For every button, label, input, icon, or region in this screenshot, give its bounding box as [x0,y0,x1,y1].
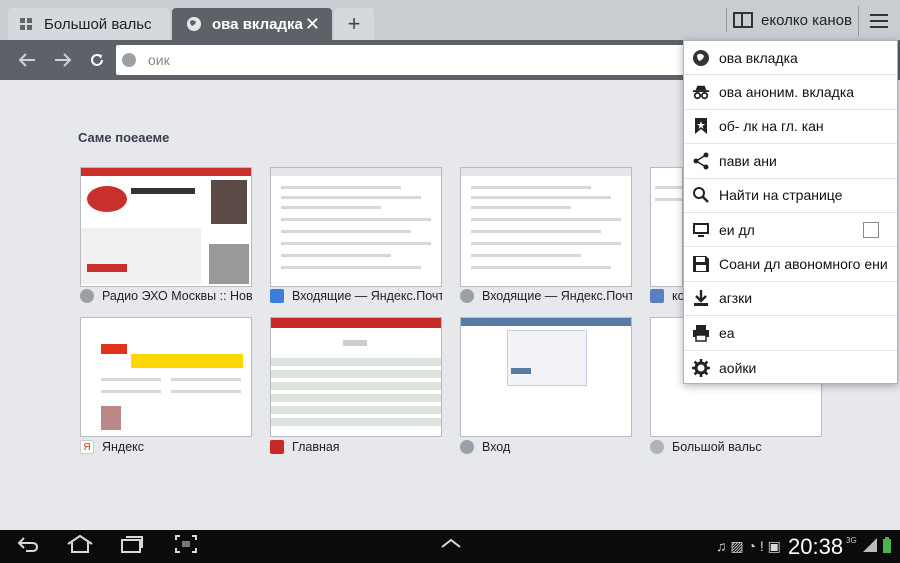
thumbnail-title: ко [650,289,683,303]
menu-item-desktop-version[interactable]: еи дл [684,213,897,248]
menu-item-print[interactable]: еа [684,316,897,351]
thumbnail-title: Радио ЭХО Москвы :: Нов... [80,289,252,303]
tab-strip: Большой вальс ова вкладка ✕ + еколко кан… [0,0,900,40]
bookmarks-button[interactable]: еколко канов [726,8,852,32]
menu-item-settings[interactable]: аойки [684,351,897,385]
back-button[interactable] [14,48,40,72]
tab-favicon [18,16,34,32]
bag-icon: ▣ [767,538,781,554]
globe-icon [186,16,202,32]
menu-item-downloads[interactable]: агзки [684,282,897,317]
alert-icon: ! [759,538,764,554]
monitor-icon [692,221,710,239]
thumbnail-title: Большой вальс [650,440,822,454]
chevron-up-icon[interactable] [440,534,462,557]
network-type: 3G [846,536,857,545]
yandex-favicon-icon: Я [80,440,94,454]
forward-arrow-icon [55,53,72,67]
forward-button[interactable] [50,48,76,72]
incognito-icon [692,83,710,101]
thumbnail-title: Входящие — Яндекс.Почта [270,289,442,303]
menu-item-share[interactable]: пави ани [684,144,897,179]
thumbnail-title: Главная [270,440,442,454]
menu-item-incognito-tab[interactable]: ова аноним. вкладка [684,75,897,110]
thumbnail-glavnaya[interactable] [270,317,442,437]
download-icon [692,289,710,307]
system-nav-bar: ♫ ▨ ◔ ! ▣ 20:38 3G [0,530,900,563]
thumbnail-yandex[interactable] [80,317,252,437]
menu-item-new-tab[interactable]: ова вкладка [684,41,897,76]
globe-favicon-icon [460,440,474,454]
home-nav-icon[interactable] [66,534,94,560]
share-icon [692,152,710,170]
bookmarks-label: еколко канов [761,11,852,29]
thumbnail-title: Я Яндекс [80,440,252,454]
status-icons: ♫ ▨ ◔ ! ▣ [716,538,781,555]
tab-new-tab[interactable]: ова вкладка ✕ [172,8,332,40]
red-favicon-icon [270,440,284,454]
tab-label: ова вкладка [212,15,303,33]
address-bar[interactable]: оик [116,45,736,75]
overflow-menu-button[interactable] [858,6,898,36]
menu-icon [869,14,888,28]
save-icon [692,255,710,273]
music-icon: ♫ [716,538,727,554]
globe-plus-icon [692,49,710,67]
thumbnail-title: Входящие — Яндекс.Почта [460,289,632,303]
globe-favicon-icon [460,289,474,303]
bookmarks-icon [733,12,753,28]
thumbnail-yandex-mail-2[interactable] [460,167,632,287]
menu-item-find-in-page[interactable]: Найти на странице [684,179,897,213]
back-nav-icon[interactable] [16,534,40,560]
thumbnail-partial[interactable] [650,167,683,287]
new-tab-button[interactable]: + [334,8,374,40]
back-arrow-icon [18,53,35,67]
battery-icon [882,536,892,560]
thumbnail-title: Вход [460,440,632,454]
reload-button[interactable] [84,48,110,72]
page-info-icon [122,53,136,67]
most-visited-title: Саме поеаеме [78,130,170,145]
desktop-version-checkbox[interactable] [863,221,879,238]
wifi-icon: ◔ [747,538,756,554]
globe-favicon-icon [80,289,94,303]
status-clock: 20:38 [788,534,844,559]
image-icon: ▨ [730,538,744,554]
mail-favicon-icon [270,289,284,303]
menu-item-save-offline[interactable]: Соани дл авономного ени [684,247,897,282]
thumbnail-vhod[interactable] [460,317,632,437]
screenshot-icon[interactable] [174,534,198,560]
thumbnail-yandex-mail-1[interactable] [270,167,442,287]
close-tab-icon[interactable]: ✕ [305,14,320,35]
print-icon [692,324,710,342]
grid-favicon-icon [650,440,664,454]
tab-label: Большой вальс [44,15,152,33]
tab-bolshoy-vals[interactable]: Большой вальс [8,8,170,40]
thumbnail-echo-moscow[interactable] [80,167,252,287]
address-placeholder: оик [148,52,170,68]
search-icon [692,186,710,204]
recent-apps-icon[interactable] [120,534,144,560]
overflow-menu: ова вкладка ова аноним. вкладка об- лк н… [683,40,898,384]
menu-item-bookmark-homescreen[interactable]: об- лк на гл. кан [684,110,897,145]
bookmark-add-icon [692,117,710,135]
user-favicon-icon [650,289,664,303]
signal-icon [862,536,878,559]
settings-icon [692,358,710,377]
reload-icon [91,54,103,66]
